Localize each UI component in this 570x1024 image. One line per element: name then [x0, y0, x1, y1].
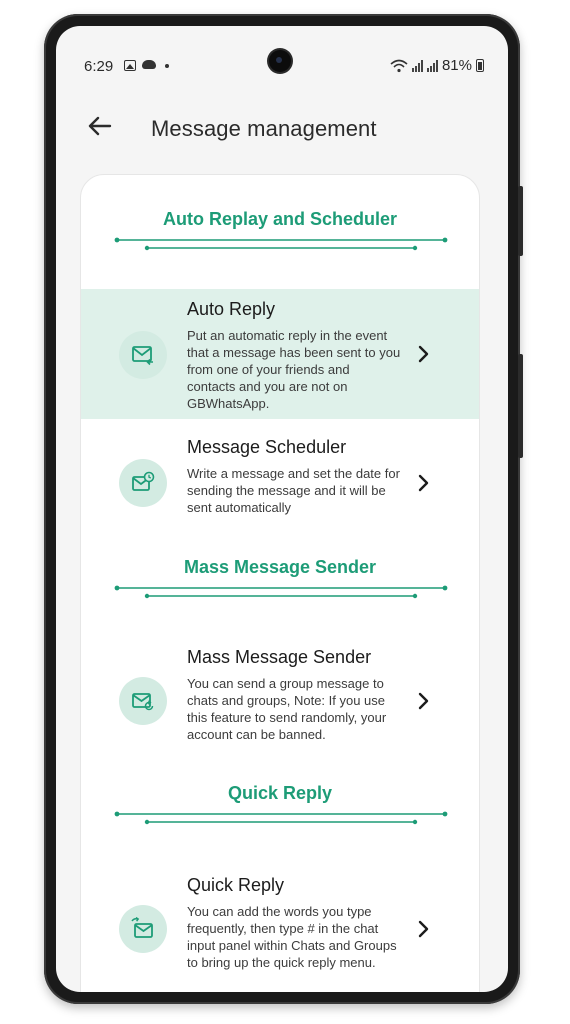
ornament-divider — [114, 237, 448, 251]
section-header-quick-reply: Quick Reply — [81, 783, 479, 833]
mail-refresh-icon — [119, 677, 167, 725]
item-title: Auto Reply — [187, 299, 276, 319]
signal-icon — [411, 59, 423, 72]
mail-quick-icon — [119, 905, 167, 953]
item-description: You can send a group message to chats an… — [187, 676, 387, 742]
chevron-right-icon — [418, 345, 429, 363]
chevron-right-icon — [418, 692, 429, 710]
section-title: Auto Replay and Scheduler — [162, 209, 398, 229]
front-camera — [269, 50, 291, 72]
power-button — [518, 354, 523, 458]
auto-reply-item[interactable]: Auto Reply Put an automatic reply in the… — [81, 289, 479, 419]
volume-button — [518, 186, 523, 256]
mail-reply-icon — [119, 331, 167, 379]
mail-clock-icon — [119, 459, 167, 507]
chevron-right-icon — [418, 920, 429, 938]
mass-message-sender-item[interactable]: Mass Message Sender You can send a group… — [81, 637, 479, 777]
signal-icon-2 — [426, 59, 438, 72]
item-title: Message Scheduler — [187, 437, 347, 457]
item-title: Quick Reply — [187, 875, 285, 895]
page-title: Message management — [151, 116, 377, 141]
gallery-notification-icon — [124, 60, 136, 71]
back-arrow-icon[interactable] — [86, 112, 114, 140]
item-title: Mass Message Sender — [187, 647, 372, 667]
section-header-auto-replay: Auto Replay and Scheduler — [81, 207, 479, 257]
screen: 6:29 81% Message management Auto Replay … — [56, 26, 508, 992]
section-title: Mass Message Sender — [183, 557, 377, 577]
status-time: 6:29 — [84, 58, 114, 75]
wifi-icon — [390, 59, 408, 72]
battery-percent: 81% — [441, 57, 472, 74]
item-description: You can add the words you type frequentl… — [187, 904, 397, 970]
message-scheduler-item[interactable]: Message Scheduler Write a message and se… — [81, 419, 479, 549]
chevron-right-icon — [418, 474, 429, 492]
settings-card: Auto Replay and Scheduler Auto Reply Put… — [80, 174, 480, 992]
section-header-mass-message: Mass Message Sender — [81, 557, 479, 607]
battery-icon — [476, 59, 484, 72]
quick-reply-item[interactable]: Quick Reply You can add the words you ty… — [81, 863, 479, 992]
item-description: Write a message and set the date for sen… — [187, 466, 400, 515]
app-bar: Message management — [56, 106, 508, 150]
cloud-notification-icon — [142, 60, 156, 69]
status-bar: 6:29 81% — [56, 26, 508, 78]
status-right: 81% — [390, 57, 484, 74]
section-title: Quick Reply — [227, 783, 333, 803]
ornament-divider — [114, 811, 448, 825]
phone-frame: 6:29 81% Message management Auto Replay … — [44, 14, 523, 1004]
ornament-divider — [114, 585, 448, 599]
item-description: Put an automatic reply in the event that… — [187, 328, 401, 411]
more-notifications-icon — [165, 64, 169, 68]
